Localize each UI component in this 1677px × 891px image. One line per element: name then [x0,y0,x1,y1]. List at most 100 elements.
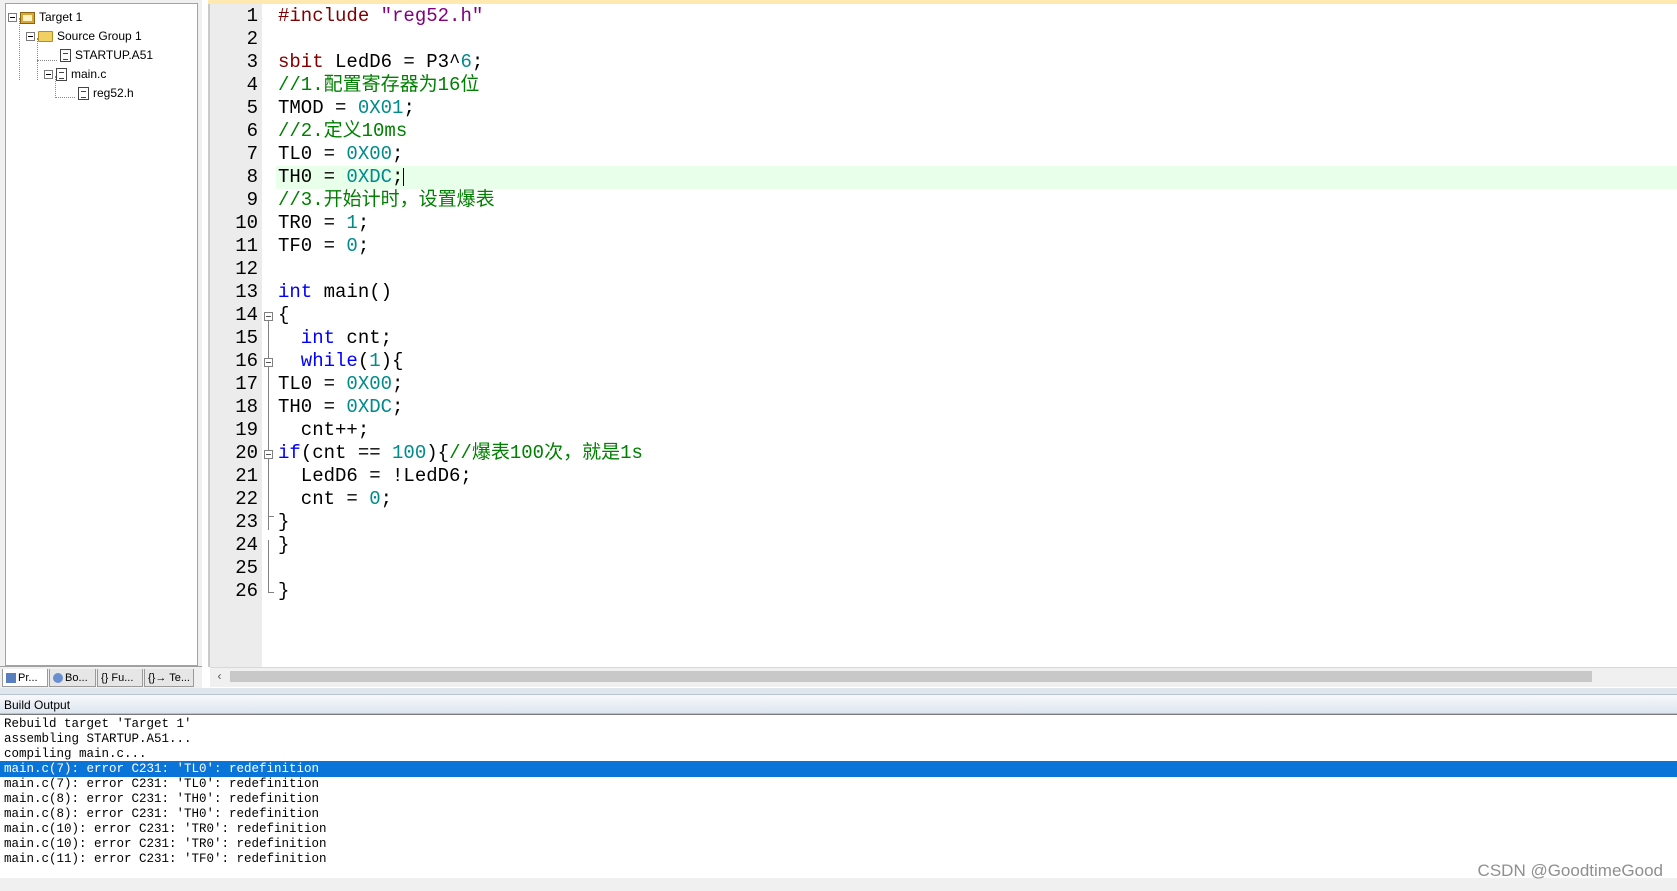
tree-item-source-group[interactable]: Source Group 1 [26,26,142,46]
output-line[interactable]: main.c(10): error C231: 'TR0': redefinit… [0,836,1677,852]
output-line-selected[interactable]: main.c(7): error C231: 'TL0': redefiniti… [0,761,1677,777]
text-caret [403,167,405,186]
line-number: 5 [246,97,258,119]
tab-label: Pr... [18,672,38,684]
tab-project[interactable]: Pr... [2,669,48,687]
fold-end-marker [268,592,274,593]
fold-guide [268,321,269,530]
fold-guide [268,540,269,592]
line-number: 9 [246,189,258,211]
code-token: 0 [346,235,358,257]
tab-templates[interactable]: {}→ Te... [144,669,194,687]
project-tabs: Pr... Bo... {} Fu... {}→ Te... [0,666,202,689]
line-number: 22 [235,488,258,510]
output-horizontal-scrollbar[interactable] [0,878,1677,891]
code-token: TH0 = [278,396,347,418]
scroll-left-arrow-icon[interactable]: ‹ [212,669,227,684]
output-line[interactable]: compiling main.c... [0,746,1677,762]
line-number: 4 [246,74,258,96]
code-line: } [278,511,290,533]
books-icon [53,673,63,684]
line-number: 21 [235,465,258,487]
code-token: ; [380,488,393,510]
code-line: TL0 = 0X00; [278,143,403,166]
code-token: LedD6 = P3^ [323,51,461,73]
line-number: 24 [235,534,258,556]
code-token: if [278,442,301,464]
code-line: LedD6 = !LedD6; [278,465,472,487]
fold-toggle-icon[interactable] [264,450,273,459]
code-token: TL0 = [278,373,347,395]
line-number: 14 [235,304,258,326]
fold-toggle-icon[interactable] [264,312,273,321]
tree-item-label: main.c [71,67,107,81]
code-token: TH0 = [278,166,347,188]
build-output-header [0,694,1677,714]
fold-toggle-icon[interactable] [264,358,273,367]
code-line: TR0 = 1; [278,212,369,235]
code-editor[interactable] [208,0,1677,667]
code-line: int cnt; [278,327,392,350]
target-icon [20,11,35,24]
code-line: } [278,534,290,556]
code-token: TMOD = [278,97,358,119]
line-number: 3 [246,51,258,73]
code-line: if(cnt == 100){//爆表100次，就是1s [278,442,643,465]
tab-functions[interactable]: {} Fu... [97,669,143,687]
code-token: 0X00 [346,143,393,165]
output-line[interactable]: main.c(11): error C231: 'TF0': redefinit… [0,851,1677,867]
line-number: 25 [235,557,258,579]
code-token: int [278,281,313,303]
code-token: 1 [346,212,358,234]
build-output-title: Build Output [4,698,71,712]
code-token: //爆表100次，就是1s [449,442,643,464]
scrollbar-thumb[interactable] [230,671,1592,682]
code-token: ){ [380,350,404,372]
output-line[interactable]: main.c(8): error C231: 'TH0': redefiniti… [0,806,1677,822]
collapse-toggle-icon[interactable] [8,13,17,23]
code-token: ; [392,396,404,418]
line-number: 7 [246,143,258,165]
code-token: TF0 = [278,235,347,257]
code-line: TL0 = 0X00; [278,373,403,396]
code-token: #include [278,5,381,27]
line-number: 20 [235,442,258,464]
line-number: 16 [235,350,258,372]
code-token: ( [357,350,370,372]
tree-item-target[interactable]: Target 1 [8,7,82,27]
code-line: //1.配置寄存器为16位 [278,74,480,96]
code-token: (cnt == [300,442,393,464]
line-number: 8 [246,166,258,188]
code-line: cnt++; [278,419,370,441]
code-token: 0 [369,488,381,510]
tab-label: {}→ Te... [148,672,190,684]
tree-item-startup[interactable]: STARTUP.A51 [60,45,153,65]
watermark: CSDN @GoodtimeGood [1477,861,1663,880]
code-line: while(1){ [278,350,404,373]
code-token: 0XDC [346,166,393,188]
output-line[interactable]: assembling STARTUP.A51... [0,731,1677,747]
file-icon [60,49,71,63]
build-output-panel[interactable]: Rebuild target 'Target 1' assembling STA… [0,714,1677,881]
code-token: 100 [392,442,427,464]
project-tree[interactable]: Target 1 Source Group 1 STARTUP.A51 main… [5,3,198,666]
code-line-current: TH0 = 0XDC; [278,166,405,189]
collapse-toggle-icon[interactable] [44,70,53,80]
header-file-icon [78,87,89,101]
output-line[interactable]: Rebuild target 'Target 1' [0,716,1677,732]
tree-item-main-c[interactable]: main.c [44,64,106,84]
output-line[interactable]: main.c(8): error C231: 'TH0': redefiniti… [0,791,1677,807]
line-number: 13 [235,281,258,303]
code-token: int [278,327,336,349]
current-line-highlight [276,166,1677,189]
code-token: 0X00 [346,373,393,395]
tab-label: {} Fu... [101,672,134,684]
code-line: cnt = 0; [278,488,392,511]
tree-item-reg52[interactable]: reg52.h [78,83,134,103]
output-line[interactable]: main.c(10): error C231: 'TR0': redefinit… [0,821,1677,837]
line-number: 23 [235,511,258,533]
tab-books[interactable]: Bo... [49,669,96,687]
collapse-toggle-icon[interactable] [26,32,35,42]
output-line[interactable]: main.c(7): error C231: 'TL0': redefiniti… [0,776,1677,792]
code-line: TH0 = 0XDC; [278,396,403,419]
